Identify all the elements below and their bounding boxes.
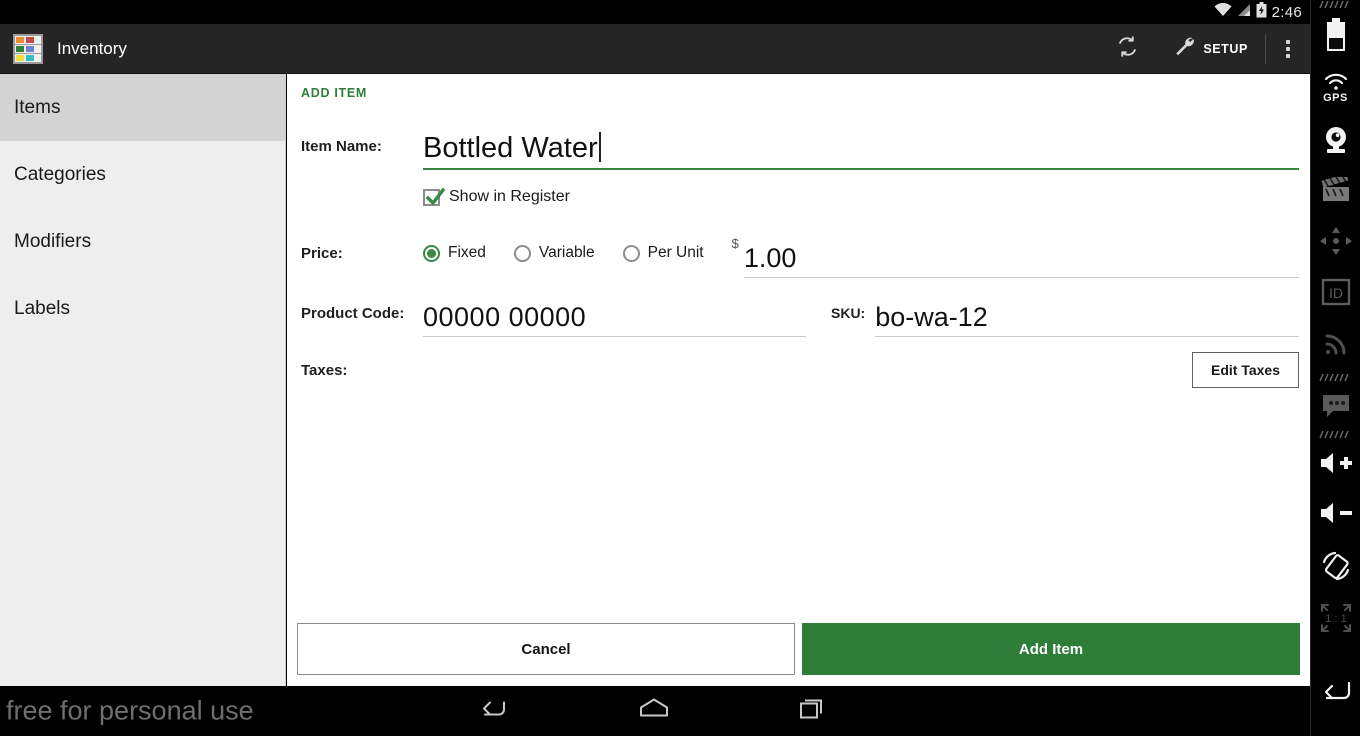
price-option-fixed[interactable]: Fixed (423, 244, 486, 262)
sidebar-item-categories[interactable]: Categories (0, 141, 285, 208)
toolbar-gps-icon[interactable]: GPS (1311, 61, 1360, 114)
sidebar-item-label: Labels (14, 297, 70, 319)
status-clock: 2:46 (1271, 3, 1302, 21)
price-option-variable[interactable]: Variable (513, 244, 595, 262)
action-bar: Inventory SETUP (0, 24, 1310, 74)
text-cursor (598, 131, 601, 162)
price-input[interactable]: 1.00 (743, 228, 1299, 278)
status-bar: 2:46 (0, 0, 1310, 24)
action-bar-actions: SETUP (1099, 24, 1310, 73)
wifi-icon (1214, 2, 1232, 22)
toolbar-rotate-icon[interactable] (1311, 539, 1360, 592)
toolbar-divider-icon (1318, 373, 1353, 382)
show-in-register-row: Show in Register (287, 182, 1310, 212)
show-in-register-checkbox[interactable]: Show in Register (423, 187, 570, 206)
setup-label: SETUP (1203, 41, 1248, 56)
sku-value: bo-wa-12 (875, 302, 988, 332)
toolbar-back-icon[interactable] (1311, 644, 1360, 736)
sidebar-item-labels[interactable]: Labels (0, 275, 285, 342)
checkbox-box-icon (423, 187, 446, 206)
signal-icon (1237, 3, 1251, 22)
sidebar-item-label: Categories (14, 163, 106, 185)
drag-handle-icon[interactable] (1318, 0, 1353, 9)
cancel-button[interactable]: Cancel (297, 623, 795, 675)
radio-icon (513, 244, 531, 262)
toolbar-divider-icon-2 (1318, 430, 1353, 439)
sidebar-item-items[interactable]: Items (0, 74, 285, 141)
setup-button[interactable]: SETUP (1156, 24, 1265, 73)
form-buttons: Cancel Add Item (297, 623, 1300, 675)
refresh-icon (1116, 35, 1139, 63)
svg-text:1 : 1: 1 : 1 (1325, 613, 1346, 625)
sidebar: Items Categories Modifiers Labels (0, 74, 286, 686)
item-name-row: Item Name: Bottled Water (287, 122, 1310, 170)
svg-text:ID: ID (1329, 285, 1343, 301)
toolbar-battery-icon[interactable] (1311, 9, 1360, 61)
nav-recents-icon[interactable] (798, 697, 826, 726)
app-title: Inventory (57, 38, 127, 58)
battery-icon (1256, 1, 1267, 23)
price-option-label: Variable (538, 244, 595, 261)
sku-label: SKU: (831, 305, 866, 321)
item-name-input[interactable]: Bottled Water (423, 123, 1299, 170)
refresh-button[interactable] (1099, 24, 1156, 73)
app-logo-icon (13, 33, 43, 64)
taxes-label: Taxes: (301, 361, 348, 379)
price-option-label: Fixed (448, 244, 486, 261)
sidebar-item-modifiers[interactable]: Modifiers (0, 208, 285, 275)
add-item-form: ADD ITEM Item Name: Bottled Water Show i… (287, 74, 1310, 686)
price-row: Price: Fixed Variable Per Unit $ 1.00 (287, 224, 1310, 282)
toolbar-sms-icon[interactable] (1311, 382, 1360, 430)
toolbar-volume-down-icon[interactable] (1311, 487, 1360, 539)
radio-icon (423, 244, 440, 262)
sidebar-item-label: Modifiers (14, 230, 92, 252)
gps-label: GPS (1323, 91, 1348, 104)
product-code-row: Product Code: 00000 00000 SKU: bo-wa-12 (287, 286, 1310, 340)
currency-symbol: $ (731, 236, 739, 251)
price-value: 1.00 (743, 243, 797, 273)
show-in-register-label: Show in Register (449, 188, 570, 205)
device-screen: 2:46 Inventory SETUP Items Categories Mo… (0, 0, 1360, 736)
add-item-button[interactable]: Add Item (802, 623, 1300, 675)
price-option-per-unit[interactable]: Per Unit (622, 244, 704, 262)
taxes-row: Taxes: Edit Taxes (287, 348, 1310, 392)
price-label: Price: (301, 244, 343, 262)
product-code-input[interactable]: 00000 00000 (423, 289, 806, 337)
sidebar-item-label: Items (14, 96, 61, 118)
item-name-value: Bottled Water (423, 131, 598, 164)
nav-back-icon[interactable] (478, 697, 508, 726)
radio-icon (622, 244, 640, 262)
toolbar-zoom-1to1-icon[interactable]: 1 : 1 (1311, 592, 1360, 644)
sku-input[interactable]: bo-wa-12 (875, 289, 1299, 337)
navigation-bar: free for personal use (0, 686, 1310, 736)
toolbar-id-icon[interactable]: ID (1311, 266, 1360, 318)
price-type-radio-group: Fixed Variable Per Unit (423, 244, 732, 262)
product-code-value: 00000 00000 (423, 302, 587, 332)
edit-taxes-button[interactable]: Edit Taxes (1192, 352, 1299, 388)
toolbar-dpad-icon[interactable] (1311, 215, 1360, 266)
product-code-label: Product Code: (301, 304, 405, 322)
nav-home-icon[interactable] (637, 697, 671, 726)
emulator-toolbar: GPS ID 1: 1 (1310, 0, 1360, 736)
item-name-label: Item Name: (301, 137, 382, 155)
toolbar-camera-icon[interactable] (1311, 114, 1360, 165)
more-options-icon[interactable] (1266, 39, 1310, 58)
toolbar-video-icon[interactable] (1311, 165, 1360, 215)
watermark-text: free for personal use (6, 695, 254, 726)
price-option-label: Per Unit (647, 244, 704, 261)
form-title: ADD ITEM (301, 86, 368, 100)
toolbar-signal-icon[interactable] (1311, 318, 1360, 370)
wrench-icon (1173, 35, 1196, 63)
toolbar-volume-up-icon[interactable] (1311, 439, 1360, 487)
